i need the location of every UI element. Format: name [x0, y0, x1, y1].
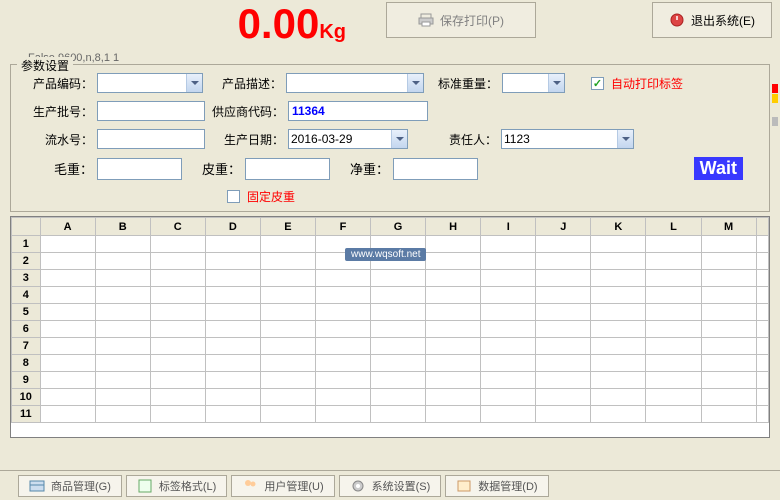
bottom-toolbar: 商品管理(G) 标签格式(L) 用户管理(U) 系统设置(S) 数据管理(D) [0, 470, 780, 500]
prod-date-label: 生产日期： [209, 131, 284, 148]
toolbar-settings[interactable]: 系统设置(S) [339, 475, 442, 497]
toolbar-label[interactable]: 标签格式(L) [126, 475, 227, 497]
serial-input[interactable] [97, 129, 205, 149]
weight-value: 0.00 [238, 0, 320, 47]
gross-input[interactable] [97, 158, 182, 180]
product-code-combo[interactable] [97, 73, 203, 93]
prod-date-input[interactable] [289, 130, 391, 148]
std-weight-label: 标准重量： [428, 75, 498, 92]
supplier-label: 供应商代码： [209, 103, 284, 120]
toolbar-goods[interactable]: 商品管理(G) [18, 475, 122, 497]
std-weight-combo[interactable] [502, 73, 565, 93]
serial-label: 流水号： [23, 131, 93, 148]
wait-status: Wait [694, 157, 743, 180]
save-print-label: 保存打印(P) [440, 12, 504, 29]
dropdown-icon[interactable] [617, 130, 633, 148]
supplier-input[interactable] [288, 101, 428, 121]
fieldset-legend: 参数设置 [17, 57, 73, 74]
connection-status: False 9600,n,8,1 1 [28, 52, 346, 64]
batch-input[interactable] [97, 101, 205, 121]
net-input[interactable] [393, 158, 478, 180]
prod-date-picker[interactable] [288, 129, 408, 149]
dropdown-icon[interactable] [186, 74, 202, 92]
owner-input[interactable] [502, 130, 617, 148]
gear-icon [350, 478, 366, 494]
tag-icon [137, 478, 153, 494]
save-print-button[interactable]: 保存打印(P) [386, 2, 536, 38]
toolbar-data[interactable]: 数据管理(D) [445, 475, 548, 497]
exit-icon [669, 12, 685, 28]
users-icon [242, 478, 258, 494]
dropdown-icon[interactable] [391, 130, 407, 148]
product-code-label: 产品编码： [23, 75, 93, 92]
dropdown-icon[interactable] [407, 74, 423, 92]
gross-label: 毛重： [23, 159, 93, 178]
auto-print-label: 自动打印标签 [611, 75, 683, 92]
product-desc-combo[interactable] [286, 73, 424, 93]
weight-display: 0.00Kg False 9600,n,8,1 1 [8, 0, 358, 60]
tare-label: 皮重： [186, 159, 241, 178]
params-fieldset: 参数设置 产品编码： 产品描述： 标准重量： 自动打印标签 生产批号： 供应商代… [10, 64, 770, 212]
side-markers [772, 84, 778, 126]
watermark: www.wqsoft.net [345, 248, 426, 261]
product-desc-input[interactable] [287, 74, 407, 92]
table-icon [29, 478, 45, 494]
fix-tare-label: 固定皮重 [247, 188, 295, 205]
exit-button[interactable]: 退出系统(E) [652, 2, 772, 38]
fix-tare-checkbox[interactable] [227, 190, 240, 203]
tare-input[interactable] [245, 158, 330, 180]
owner-label: 责任人： [412, 131, 497, 148]
batch-label: 生产批号： [23, 103, 93, 120]
product-desc-label: 产品描述： [207, 75, 282, 92]
exit-label: 退出系统(E) [691, 12, 755, 29]
print-icon [418, 12, 434, 28]
auto-print-checkbox[interactable] [591, 77, 604, 90]
std-weight-input[interactable] [503, 74, 548, 92]
product-code-input[interactable] [98, 74, 186, 92]
net-label: 净重： [334, 159, 389, 178]
weight-unit: Kg [319, 21, 346, 43]
dropdown-icon[interactable] [548, 74, 564, 92]
toolbar-user[interactable]: 用户管理(U) [231, 475, 334, 497]
db-icon [456, 478, 472, 494]
owner-combo[interactable] [501, 129, 634, 149]
